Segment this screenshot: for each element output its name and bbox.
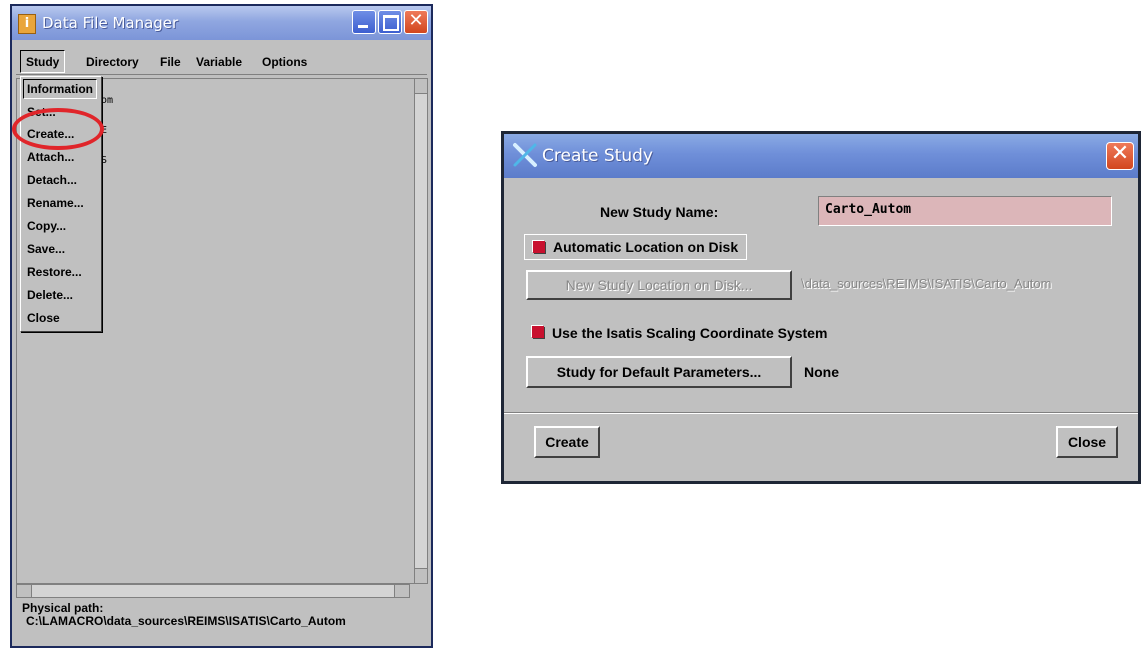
menu-item-detach[interactable]: Detach...: [27, 173, 77, 187]
study-location-value: \data_sources\REIMS\ISATIS\Carto_Autom: [801, 276, 1052, 291]
checkbox-checked-icon: [532, 326, 544, 338]
minimize-icon: [358, 25, 368, 28]
cs-title: Create Study: [542, 146, 653, 166]
x-logo-icon: [513, 143, 537, 167]
dfm-titlebar[interactable]: i Data File Manager ✕: [12, 6, 431, 40]
menu-item-delete[interactable]: Delete...: [27, 288, 73, 302]
maximize-button[interactable]: [378, 10, 402, 34]
data-file-manager-window: i Data File Manager ✕ Study Directory Fi…: [10, 4, 433, 648]
scroll-right-arrow-icon[interactable]: [394, 585, 409, 597]
info-icon: i: [18, 14, 36, 34]
close-button[interactable]: ✕: [1106, 141, 1134, 170]
physical-path-block: Physical path: C:\LAMACRO\data_sources\R…: [22, 602, 346, 628]
checkbox-checked-icon: [533, 241, 545, 253]
menu-item-restore[interactable]: Restore...: [27, 265, 82, 279]
auto-location-label: Automatic Location on Disk: [553, 239, 739, 255]
scroll-left-arrow-icon[interactable]: [17, 585, 32, 597]
menu-item-copy[interactable]: Copy...: [27, 219, 66, 233]
create-button[interactable]: Create: [534, 426, 600, 458]
menu-item-attach[interactable]: Attach...: [27, 150, 74, 164]
menu-item-rename[interactable]: Rename...: [27, 196, 84, 210]
scroll-up-arrow-icon[interactable]: [415, 79, 427, 94]
create-study-dialog: Create Study ✕ New Study Name: Carto_Aut…: [501, 131, 1141, 484]
close-icon: ✕: [408, 10, 424, 31]
list-item[interactable]: om: [101, 95, 113, 106]
minimize-button[interactable]: [352, 10, 376, 34]
menu-file[interactable]: File: [160, 55, 181, 69]
menu-options[interactable]: Options: [262, 55, 307, 69]
close-icon: ✕: [1110, 141, 1130, 166]
dfm-title: Data File Manager: [42, 14, 179, 32]
scaling-checkbox[interactable]: Use the Isatis Scaling Coordinate System: [524, 322, 827, 346]
menu-item-information[interactable]: Information: [23, 79, 97, 99]
menu-item-save[interactable]: Save...: [27, 242, 65, 256]
highlight-circle: [12, 108, 104, 150]
menu-study[interactable]: Study: [20, 50, 66, 73]
horizontal-scrollbar[interactable]: [16, 584, 410, 598]
vertical-scrollbar[interactable]: [414, 78, 428, 584]
study-name-label: New Study Name:: [600, 204, 719, 220]
menu-item-close[interactable]: Close: [27, 311, 60, 325]
menu-bar: Study Directory File Variable Options: [16, 46, 427, 75]
study-location-button[interactable]: New Study Location on Disk...: [526, 270, 792, 300]
physical-path-value: C:\LAMACRO\data_sources\REIMS\ISATIS\Car…: [26, 614, 346, 628]
scaling-label: Use the Isatis Scaling Coordinate System: [552, 325, 828, 341]
menu-variable[interactable]: Variable: [196, 55, 242, 69]
maximize-icon: [383, 15, 399, 31]
scroll-down-arrow-icon[interactable]: [415, 568, 427, 583]
separator: [504, 412, 1138, 414]
default-params-value: None: [804, 364, 839, 380]
close-dialog-button[interactable]: Close: [1056, 426, 1118, 458]
close-button[interactable]: ✕: [404, 10, 428, 34]
study-name-field[interactable]: Carto_Autom: [818, 196, 1112, 226]
cs-titlebar[interactable]: Create Study ✕: [504, 134, 1138, 178]
default-params-button[interactable]: Study for Default Parameters...: [526, 356, 792, 388]
menu-directory[interactable]: Directory: [86, 55, 139, 69]
auto-location-checkbox[interactable]: Automatic Location on Disk: [524, 234, 748, 260]
